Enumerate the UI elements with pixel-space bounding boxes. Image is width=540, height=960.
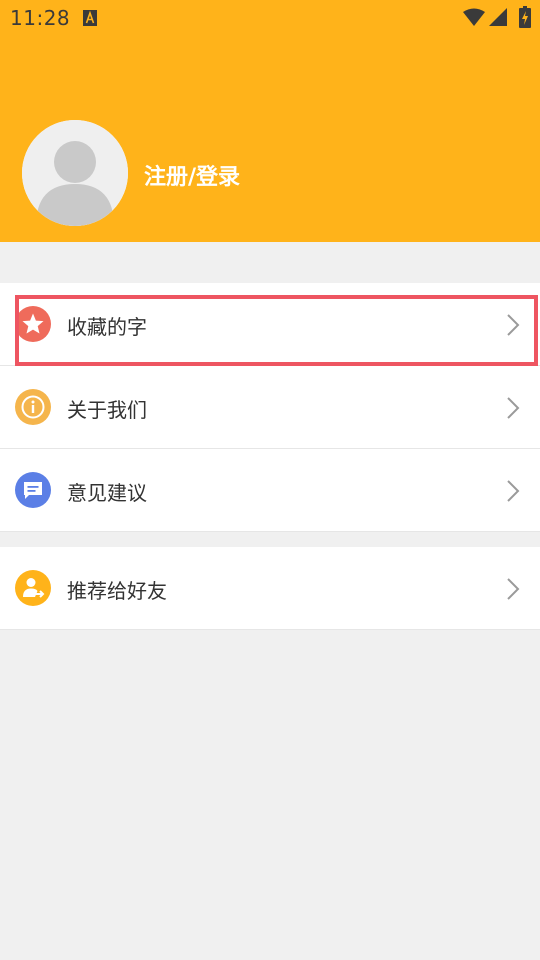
chevron-right-icon <box>507 578 520 600</box>
avatar[interactable] <box>22 120 128 226</box>
chevron-right-icon <box>507 314 520 336</box>
chevron-right-icon <box>507 480 520 502</box>
menu-label: 意见建议 <box>67 481 147 505</box>
menu-label: 推荐给好友 <box>67 579 167 603</box>
wifi-icon <box>463 8 485 26</box>
menu-item-feedback[interactable]: 意见建议 <box>0 449 540 532</box>
login-register-link[interactable]: 注册/登录 <box>144 159 240 191</box>
battery-charging-icon <box>519 6 531 28</box>
menu-item-recommend-friends[interactable]: 推荐给好友 <box>0 547 540 630</box>
person-placeholder-icon <box>22 120 128 226</box>
menu-item-about-us[interactable]: 关于我们 <box>0 366 540 449</box>
signal-icon <box>489 8 507 26</box>
info-icon <box>15 389 51 425</box>
menu-label: 收藏的字 <box>67 315 147 339</box>
share-user-icon <box>15 570 51 606</box>
menu-group-main: 收藏的字 关于我们 意见建议 <box>0 283 540 532</box>
menu-group-share: 推荐给好友 <box>0 547 540 630</box>
menu-item-favorites[interactable]: 收藏的字 <box>0 283 540 366</box>
star-icon <box>15 306 51 342</box>
menu-label: 关于我们 <box>67 398 147 422</box>
status-time: 11:28 <box>10 6 71 30</box>
message-icon <box>15 472 51 508</box>
profile-header: 11:28 注册/登录 <box>0 0 540 242</box>
status-bar: 11:28 <box>0 0 540 36</box>
chevron-right-icon <box>507 397 520 419</box>
a-notification-icon <box>83 10 97 26</box>
